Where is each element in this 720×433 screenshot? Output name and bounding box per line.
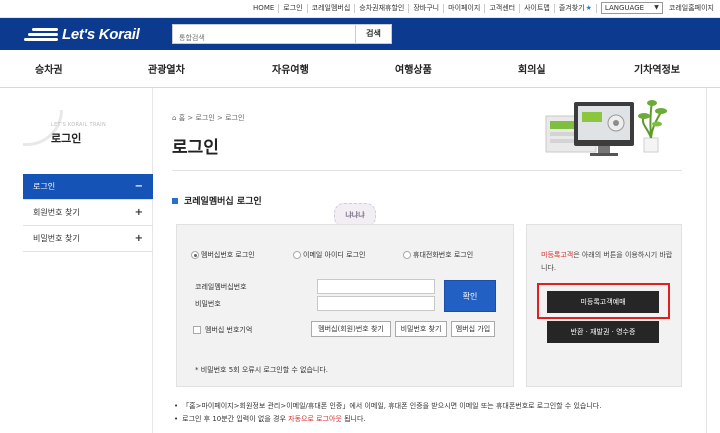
sidebar-item-find-member-number[interactable]: 회원번호 찾기 + [23, 200, 153, 226]
computer-illustration [545, 100, 667, 156]
find-password-button[interactable]: 비밀번호 찾기 [395, 321, 447, 337]
util-link-favorites[interactable]: 즐겨찾기★ [555, 3, 597, 13]
star-icon: ★ [585, 3, 592, 12]
util-link-home[interactable]: HOME [249, 3, 280, 13]
home-icon[interactable]: ⌂ [172, 114, 176, 122]
breadcrumb-text: 홈 > 로그인 > 로그인 [178, 114, 245, 122]
util-link-cart[interactable]: 장바구니 [409, 3, 445, 13]
radio-email-id[interactable]: 이메일 아이디 로그인 [293, 250, 365, 260]
plus-icon: + [134, 233, 143, 244]
notice-text: 「홈>마이페이지>회원정보 관리>이메일/휴대폰 인증」에서 이메일, 휴대폰 … [182, 402, 602, 410]
bullet-icon: • [174, 402, 179, 410]
sidebar-item-label: 회원번호 찾기 [33, 208, 80, 217]
nav-travel-products[interactable]: 여행상품 [395, 61, 432, 76]
logo-text: Let's Korail [62, 25, 140, 43]
radio-icon [293, 251, 301, 259]
sidebar-subtitle: LET'S KORAIL TRAIN [51, 122, 106, 128]
logo-mark-icon [24, 24, 60, 44]
radio-icon [403, 251, 411, 259]
notice-text-pre: 로그인 후 10분간 입력이 없을 경우 [182, 415, 289, 423]
plus-icon: + [134, 207, 143, 218]
radio-label: 휴대전화번호 로그인 [413, 251, 474, 259]
language-label: LANGUAGE [604, 4, 645, 12]
sidebar-title: 로그인 [51, 132, 82, 145]
util-link-membership[interactable]: 코레일멤버십 [308, 3, 356, 13]
nonmember-panel: 미등록고객은 아래의 버튼을 이용하시기 바랍니다. 미등록고객예매 반환 · … [526, 224, 682, 387]
nav-tickets[interactable]: 승차권 [35, 61, 63, 76]
remember-label: 멤버십 번호기억 [205, 326, 253, 334]
sidebar-item-label: 비밀번호 찾기 [33, 234, 80, 243]
nav-meeting-room[interactable]: 회의실 [518, 61, 546, 76]
sidebar: LET'S KORAIL TRAIN 로그인 로그인 − 회원번호 찾기 + 비… [23, 88, 153, 433]
search-input[interactable] [173, 29, 353, 47]
page-title: 로그인 [172, 138, 219, 158]
breadcrumb: ⌂ 홈 > 로그인 > 로그인 [172, 113, 244, 123]
search-button[interactable]: 검색 [355, 25, 391, 43]
square-bullet-icon [172, 197, 178, 204]
util-link-homepage[interactable]: 코레일홈페이지 [667, 3, 714, 13]
sidebar-item-label: 로그인 [33, 182, 56, 191]
main-nav: 승차권 관광열차 자유여행 여행상품 회의실 기차역정보 [0, 50, 720, 88]
chevron-down-icon: ▼ [654, 4, 659, 11]
sidebar-banner: LET'S KORAIL TRAIN 로그인 [23, 96, 153, 156]
language-select[interactable]: LANGUAGE ▼ [600, 2, 663, 14]
password-label: 비밀번호 [195, 300, 221, 308]
nonmember-text: 미등록고객은 아래의 버튼을 이용하시기 바랍니다. [541, 249, 675, 275]
section-title: 코레일멤버십 로그인 [172, 194, 262, 207]
sidebar-item-login[interactable]: 로그인 − [23, 174, 153, 200]
section-title-text: 코레일멤버십 로그인 [184, 197, 262, 207]
util-link-sitemap[interactable]: 사이트맵 [520, 3, 555, 13]
confirm-button[interactable]: 확인 [444, 280, 496, 312]
nav-tourist-train[interactable]: 관광열차 [148, 61, 185, 76]
notice-text-post: 됩니다. [341, 415, 366, 423]
radio-icon [191, 251, 199, 259]
find-member-number-button[interactable]: 멤버십(회원)번호 찾기 [311, 321, 391, 337]
notice-list: • 「홈>마이페이지>회원정보 관리>이메일/휴대폰 인증」에서 이메일, 휴대폰… [174, 400, 601, 426]
title-divider [172, 170, 682, 171]
nav-free-travel[interactable]: 자유여행 [272, 61, 309, 76]
member-number-label: 코레일멤버십번호 [195, 283, 247, 291]
radio-label: 멤버십번호 로그인 [201, 251, 255, 259]
join-membership-button[interactable]: 멤버십 가입 [451, 321, 495, 337]
sidebar-menu: 로그인 − 회원번호 찾기 + 비밀번호 찾기 + [23, 174, 153, 252]
site-header: Let's Korail 검색 [0, 18, 720, 50]
refund-reissue-receipt-button[interactable]: 반환 · 재발권 · 영수증 [547, 321, 659, 343]
search-box: 검색 [172, 24, 392, 47]
minus-icon: − [134, 181, 143, 192]
remember-member-number[interactable]: 멤버십 번호기억 [193, 325, 252, 335]
util-link-discount[interactable]: 승차권재휴할인 [355, 3, 410, 13]
notice-text-red: 자동으로 로그아웃 [288, 415, 342, 423]
login-form: 멤버십번호 로그인 이메일 아이디 로그인 휴대전화번호 로그인 코레일멤버십번… [176, 224, 514, 387]
bullet-icon: • [174, 415, 179, 423]
util-link-mypage[interactable]: 마이페이지 [444, 3, 486, 13]
logo[interactable]: Let's Korail [24, 24, 140, 44]
radio-label: 이메일 아이디 로그인 [303, 251, 366, 259]
util-link-login[interactable]: 로그인 [279, 3, 308, 13]
login-note: * 비밀번호 5회 오류시 로그인할 수 없습니다. [195, 366, 329, 374]
checkbox-icon [193, 326, 201, 334]
right-divider [706, 88, 707, 433]
radio-membership-number[interactable]: 멤버십번호 로그인 [191, 250, 255, 260]
util-link-customer-center[interactable]: 고객센터 [485, 3, 521, 13]
utility-bar: HOME 로그인 코레일멤버십 승차권재휴할인 장바구니 마이페이지 고객센터 … [0, 0, 720, 18]
nav-station-info[interactable]: 기차역정보 [634, 61, 680, 76]
notice-item: • 로그인 후 10분간 입력이 없을 경우 자동으로 로그아웃 됩니다. [174, 413, 601, 426]
sidebar-item-find-password[interactable]: 비밀번호 찾기 + [23, 226, 153, 252]
radio-phone-number[interactable]: 휴대전화번호 로그인 [403, 250, 473, 260]
nonmember-highlight: 미등록고객 [541, 251, 574, 259]
password-input[interactable] [317, 296, 435, 311]
member-number-input[interactable] [317, 279, 435, 294]
utility-links: HOME 로그인 코레일멤버십 승차권재휴할인 장바구니 마이페이지 고객센터 … [249, 2, 714, 14]
notice-item: • 「홈>마이페이지>회원정보 관리>이메일/휴대폰 인증」에서 이메일, 휴대폰… [174, 400, 601, 413]
favorites-label: 즐겨찾기 [558, 3, 585, 12]
nonmember-reserve-button[interactable]: 미등록고객예매 [547, 291, 659, 313]
